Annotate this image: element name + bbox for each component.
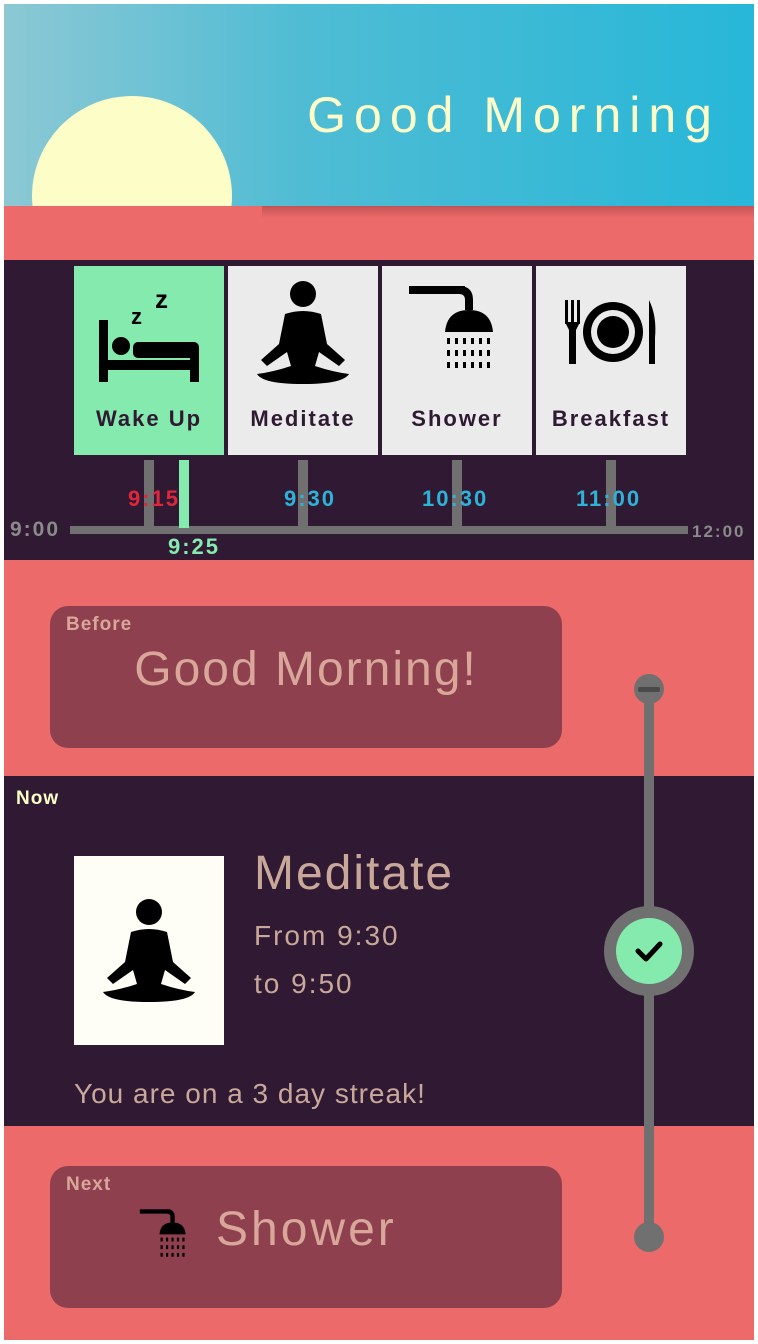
timeline-axis [70,526,688,534]
header-shadow [262,206,754,218]
page-title: Good Morning [307,87,720,143]
shower-icon [409,286,493,368]
complete-button-ring [604,906,694,996]
shower-icon [139,1209,186,1257]
next-title: Shower [216,1203,397,1256]
meditate-icon [103,899,195,1002]
header: Good Morning [4,4,754,206]
svg-text:z: z [155,284,168,314]
card-label: Breakfast [551,406,671,431]
axis-end-label: 12:00 [692,522,746,541]
sun-graphic [32,96,232,206]
progress-end-cap [634,1222,664,1252]
timeline-strip: z z Wake Up Meditate Shower Breakfast 9:… [4,260,754,560]
now-title: Meditate [254,847,455,900]
before-tag: Before [66,614,133,635]
next-tag: Next [66,1174,112,1195]
timeline-card-meditate[interactable]: Meditate [228,266,378,455]
timeline-card-wake-up[interactable]: z z Wake Up [74,266,224,455]
timeline-card-breakfast[interactable]: Breakfast [536,266,686,455]
sleep-icon: z z [99,284,199,382]
check-icon [635,941,663,962]
card-label: Meditate [250,406,356,431]
now-tag: Now [16,788,60,809]
current-time-marker [179,460,189,528]
streak-message: You are on a 3 day streak! [74,1078,426,1109]
time-label-shower: 10:30 [422,486,489,511]
time-label-wake-up: 9:15 [128,486,181,511]
next-card[interactable]: Next Shower [50,1166,562,1308]
current-time-label: 9:25 [168,534,221,559]
before-title: Good Morning! [134,643,478,696]
breakfast-icon [565,300,656,364]
axis-start-label: 9:00 [10,518,61,541]
time-label-meditate: 9:30 [284,486,337,511]
time-label-breakfast: 11:00 [576,486,642,511]
timeline-card-shower[interactable]: Shower [382,266,532,455]
now-end-time: to 9:50 [254,968,354,999]
card-label: Wake Up [95,406,203,431]
now-start-time: From 9:30 [254,920,400,951]
progress-start-cap [634,674,664,704]
svg-text:z: z [131,304,142,329]
card-label: Shower [411,406,503,431]
before-card[interactable]: Before Good Morning! [50,606,562,748]
complete-button[interactable] [616,918,682,984]
app-frame: Good Morning z z Wake Up Meditate Shower… [4,4,754,1340]
meditate-icon [257,281,349,384]
now-activity-image [74,856,224,1045]
